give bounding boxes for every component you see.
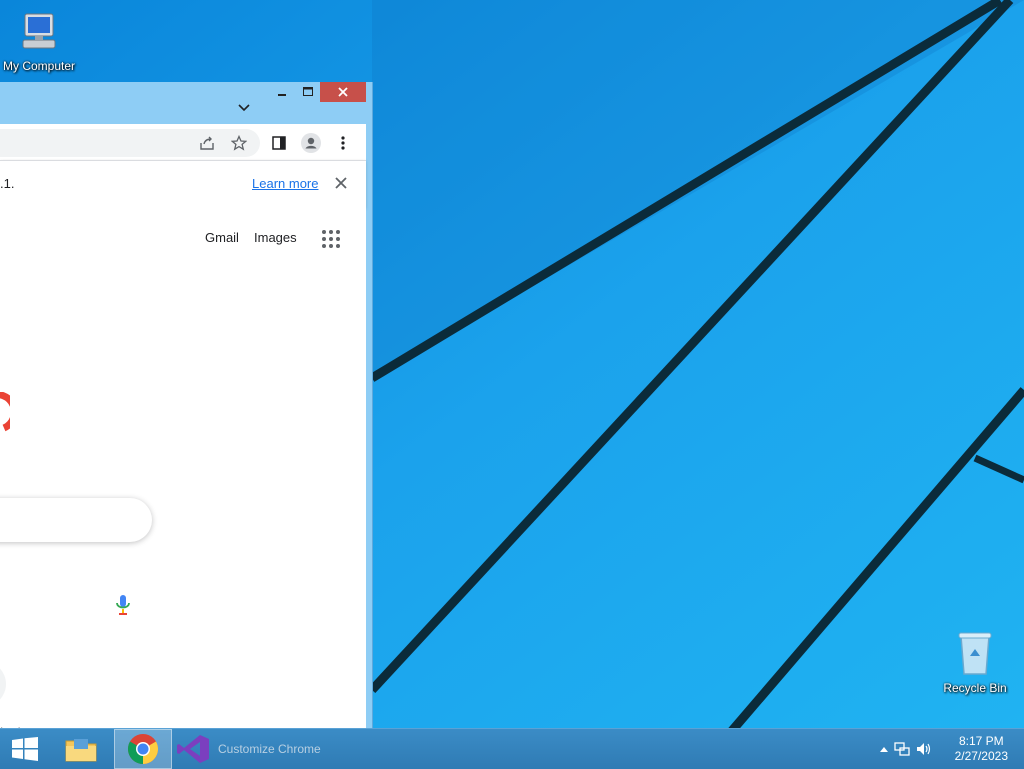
avatar-icon xyxy=(301,133,321,153)
network-icon xyxy=(894,742,910,756)
share-icon xyxy=(200,136,214,150)
chrome-logo-icon xyxy=(127,734,159,764)
maximize-icon xyxy=(303,87,313,96)
apps-grid-icon[interactable] xyxy=(320,228,342,250)
volume-tray-button[interactable] xyxy=(916,741,932,757)
address-bar[interactable] xyxy=(0,129,260,157)
star-icon xyxy=(231,135,247,151)
new-tab-page: Gmail Images tcut xyxy=(0,207,366,728)
desktop-icon-label: My Computer xyxy=(2,59,76,73)
taskbar-button-label: Customize Chrome xyxy=(218,742,321,756)
close-button[interactable] xyxy=(320,82,366,102)
desktop-icon-recycle-bin[interactable]: Recycle Bin xyxy=(930,630,1020,695)
microphone-icon[interactable] xyxy=(114,594,132,616)
more-vert-icon xyxy=(341,136,345,150)
info-bar-close-button[interactable] xyxy=(332,174,350,192)
clock-date: 2/27/2023 xyxy=(954,749,1008,763)
desktop-icon-label: Recycle Bin xyxy=(943,681,1007,695)
visual-studio-taskbar-button[interactable]: Customize Chrome xyxy=(176,729,348,769)
browser-toolbar xyxy=(0,124,366,160)
clock-time: 8:17 PM xyxy=(958,734,1004,748)
network-tray-button[interactable] xyxy=(894,741,910,757)
tab-search-button[interactable] xyxy=(234,98,254,118)
minimize-icon xyxy=(278,94,286,96)
speaker-icon xyxy=(917,743,931,755)
info-bar-text: .1. xyxy=(0,176,15,191)
chrome-taskbar-button[interactable] xyxy=(114,729,172,769)
chrome-window[interactable]: .1. Learn more Gmail Images xyxy=(0,82,372,728)
chevron-up-icon xyxy=(880,747,888,752)
add-shortcut-tile[interactable] xyxy=(0,661,6,707)
system-tray: 8:17 PM 2/27/2023 xyxy=(864,729,1024,769)
title-bar[interactable] xyxy=(0,82,372,124)
menu-button[interactable] xyxy=(332,132,354,154)
info-bar: .1. Learn more xyxy=(0,160,366,208)
minimize-button[interactable] xyxy=(270,82,294,102)
folder-icon xyxy=(65,739,97,762)
windows-logo-icon xyxy=(12,737,38,761)
google-logo xyxy=(0,392,10,432)
close-icon xyxy=(335,177,347,189)
close-icon xyxy=(338,87,348,97)
chevron-down-icon xyxy=(238,104,250,112)
maximize-button[interactable] xyxy=(296,82,320,102)
learn-more-link[interactable]: Learn more xyxy=(252,176,318,191)
search-input[interactable] xyxy=(0,498,152,542)
recycle-bin-icon xyxy=(958,632,992,675)
images-link[interactable]: Images xyxy=(254,230,297,245)
gmail-link[interactable]: Gmail xyxy=(205,230,239,245)
desktop-icon-my-computer[interactable]: My Computer xyxy=(0,10,84,73)
clock[interactable]: 8:17 PM 2/27/2023 xyxy=(955,734,1008,764)
profile-button[interactable] xyxy=(300,132,322,154)
start-button[interactable] xyxy=(0,729,50,769)
show-hidden-icons-button[interactable] xyxy=(876,741,892,757)
side-panel-icon xyxy=(272,136,286,150)
share-button[interactable] xyxy=(196,132,218,154)
side-panel-button[interactable] xyxy=(268,132,290,154)
taskbar: Customize Chrome 8:17 PM 2/27/2023 xyxy=(0,728,1024,769)
bookmark-button[interactable] xyxy=(228,132,250,154)
visual-studio-icon xyxy=(177,735,209,763)
file-explorer-button[interactable] xyxy=(56,729,106,769)
computer-icon xyxy=(22,13,56,49)
